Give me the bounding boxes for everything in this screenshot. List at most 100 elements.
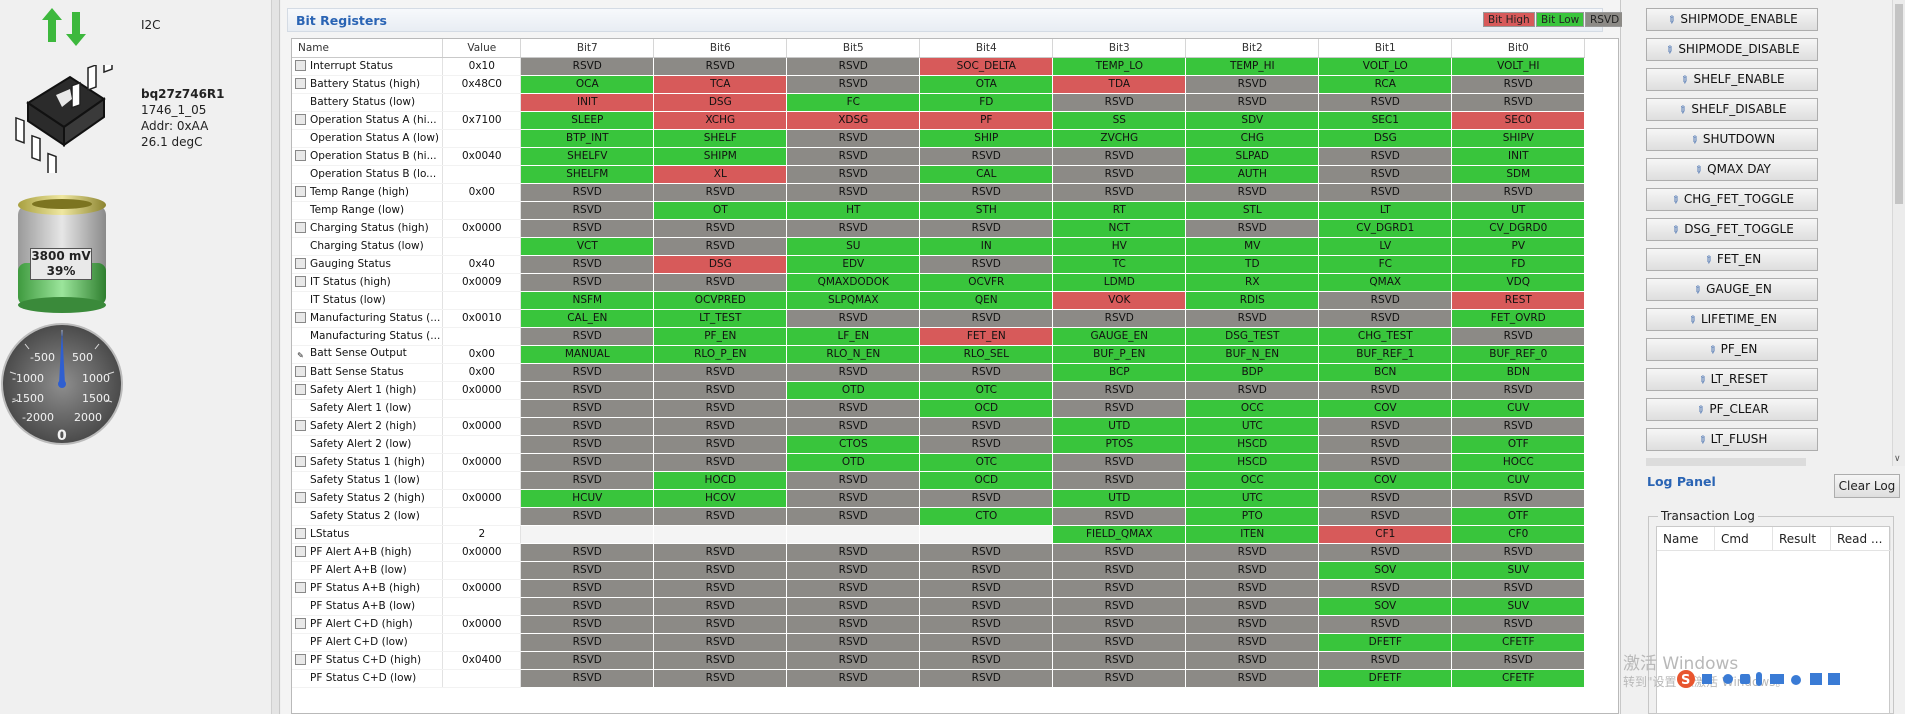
bit-cell[interactable]: BCN (1318, 362, 1453, 382)
bit-cell[interactable]: RSVD (786, 542, 921, 562)
bit-cell[interactable]: SOV (1318, 596, 1453, 616)
bit-cell[interactable]: TEMP_HI (1185, 56, 1320, 76)
bit-cell[interactable]: COV (1318, 398, 1453, 418)
command-scrollbar[interactable]: ∨ (1892, 0, 1905, 466)
command-button-pf-en[interactable]: ✎ PF_EN (1646, 338, 1818, 361)
bit-cell[interactable]: SHELFV (520, 146, 655, 166)
bit-cell[interactable]: RSVD (653, 236, 788, 256)
bit-cell[interactable]: RSVD (786, 632, 921, 652)
bit-cell[interactable]: RSVD (653, 218, 788, 238)
bit-cell[interactable]: XL (653, 164, 788, 184)
bit-cell[interactable]: SUV (1451, 560, 1586, 580)
bit-cell[interactable]: RSVD (1052, 452, 1187, 472)
bit-cell[interactable]: EDV (786, 254, 921, 274)
bit-cell[interactable]: MV (1185, 236, 1320, 256)
bit-cell[interactable]: RSVD (919, 434, 1054, 454)
bit-cell[interactable]: RSVD (1451, 416, 1586, 436)
bit-cell[interactable]: RSVD (919, 254, 1054, 274)
bit-cell[interactable]: RX (1185, 272, 1320, 292)
bit-cell[interactable]: GAUGE_EN (1052, 326, 1187, 346)
log-col-name[interactable]: Name (1657, 527, 1715, 551)
bit-cell[interactable]: RSVD (786, 578, 921, 598)
bit-cell[interactable]: RCA (1318, 74, 1453, 94)
bit-cell[interactable]: RSVD (786, 362, 921, 382)
bit-cell[interactable]: RSVD (653, 272, 788, 292)
bit-cell[interactable]: OTD (786, 380, 921, 400)
bit-cell[interactable]: RLO_SEL (919, 344, 1054, 364)
bit-cell[interactable]: RSVD (786, 416, 921, 436)
bit-cell[interactable]: RSVD (520, 632, 655, 652)
bit-cell[interactable]: RSVD (1052, 506, 1187, 526)
bit-cell[interactable]: SHELF (653, 128, 788, 148)
bit-cell[interactable]: SDM (1451, 164, 1586, 184)
bit-cell[interactable]: RSVD (520, 650, 655, 670)
bit-cell[interactable] (786, 524, 921, 544)
bit-cell[interactable]: RSVD (1318, 452, 1453, 472)
bit-cell[interactable]: RSVD (919, 578, 1054, 598)
bit-cell[interactable]: RSVD (653, 578, 788, 598)
bit-cell[interactable]: RSVD (1451, 182, 1586, 202)
bit-cell[interactable]: INIT (520, 92, 655, 112)
bit-cell[interactable]: RSVD (1052, 308, 1187, 328)
bit-cell[interactable]: RSVD (653, 632, 788, 652)
bit-cell[interactable]: RSVD (1451, 650, 1586, 670)
bit-cell[interactable]: RSVD (786, 164, 921, 184)
bit-cell[interactable]: RSVD (1318, 290, 1453, 310)
bit-cell[interactable]: RSVD (520, 668, 655, 688)
bit-cell[interactable]: CHG_TEST (1318, 326, 1453, 346)
bit-cell[interactable]: OTC (919, 380, 1054, 400)
bit-cell[interactable]: HSCD (1185, 434, 1320, 454)
bit-cell[interactable]: RSVD (653, 614, 788, 634)
register-box-icon[interactable] (295, 60, 306, 71)
bit-cell[interactable]: RSVD (1185, 614, 1320, 634)
bit-cell[interactable]: RT (1052, 200, 1187, 220)
bit-cell[interactable]: RDIS (1185, 290, 1320, 310)
bit-cell[interactable]: OTD (786, 452, 921, 472)
command-button-shipmode-enable[interactable]: ✎ SHIPMODE_ENABLE (1646, 8, 1818, 31)
bit-cell[interactable]: CFETF (1451, 632, 1586, 652)
bit-cell[interactable]: RSVD (786, 218, 921, 238)
bit-cell[interactable]: RSVD (919, 614, 1054, 634)
bit-cell[interactable]: RSVD (1318, 650, 1453, 670)
bit-cell[interactable]: RSVD (653, 560, 788, 580)
bit-cell[interactable]: CV_DGRD0 (1451, 218, 1586, 238)
bit-cell[interactable]: LDMD (1052, 272, 1187, 292)
bit-cell[interactable]: RSVD (786, 650, 921, 670)
command-button-shipmode-disable[interactable]: ✎ SHIPMODE_DISABLE (1646, 38, 1818, 61)
bit-cell[interactable]: RSVD (1185, 560, 1320, 580)
bit-cell[interactable]: RSVD (786, 56, 921, 76)
bit-cell[interactable]: PF (919, 110, 1054, 130)
bit-cell[interactable]: RSVD (1318, 434, 1453, 454)
bit-cell[interactable]: AUTH (1185, 164, 1320, 184)
bit-cell[interactable]: RSVD (1185, 74, 1320, 94)
register-box-icon[interactable] (295, 258, 306, 269)
bit-cell[interactable]: ITEN (1185, 524, 1320, 544)
bit-cell[interactable]: DSG (1318, 128, 1453, 148)
command-button-gauge-en[interactable]: ✎ GAUGE_EN (1646, 278, 1818, 301)
clear-log-button[interactable]: Clear Log (1834, 474, 1900, 498)
bit-cell[interactable]: CV_DGRD1 (1318, 218, 1453, 238)
column-header-name[interactable]: Name (292, 39, 444, 58)
bit-cell[interactable]: RSVD (1185, 380, 1320, 400)
register-box-icon[interactable] (295, 186, 306, 197)
bit-cell[interactable] (653, 524, 788, 544)
bit-cell[interactable]: CF0 (1451, 524, 1586, 544)
bit-cell[interactable]: UTC (1185, 488, 1320, 508)
bit-cell[interactable] (520, 524, 655, 544)
bit-cell[interactable]: HV (1052, 236, 1187, 256)
bit-cell[interactable]: RSVD (653, 56, 788, 76)
bit-cell[interactable]: RSVD (520, 254, 655, 274)
bit-cell[interactable]: RSVD (786, 74, 921, 94)
bit-cell[interactable]: RSVD (1052, 182, 1187, 202)
bit-cell[interactable]: RSVD (653, 506, 788, 526)
bit-cell[interactable]: RSVD (1185, 578, 1320, 598)
bit-cell[interactable]: RSVD (653, 596, 788, 616)
bit-cell[interactable]: RSVD (1451, 614, 1586, 634)
bit-cell[interactable]: HSCD (1185, 452, 1320, 472)
column-header-bit7[interactable]: Bit7 (520, 39, 655, 58)
log-col-cmd[interactable]: Cmd (1715, 527, 1773, 551)
bit-cell[interactable]: RSVD (1318, 182, 1453, 202)
bit-cell[interactable]: RSVD (520, 434, 655, 454)
bit-cell[interactable]: RSVD (1451, 542, 1586, 562)
bit-cell[interactable]: DSG_TEST (1185, 326, 1320, 346)
